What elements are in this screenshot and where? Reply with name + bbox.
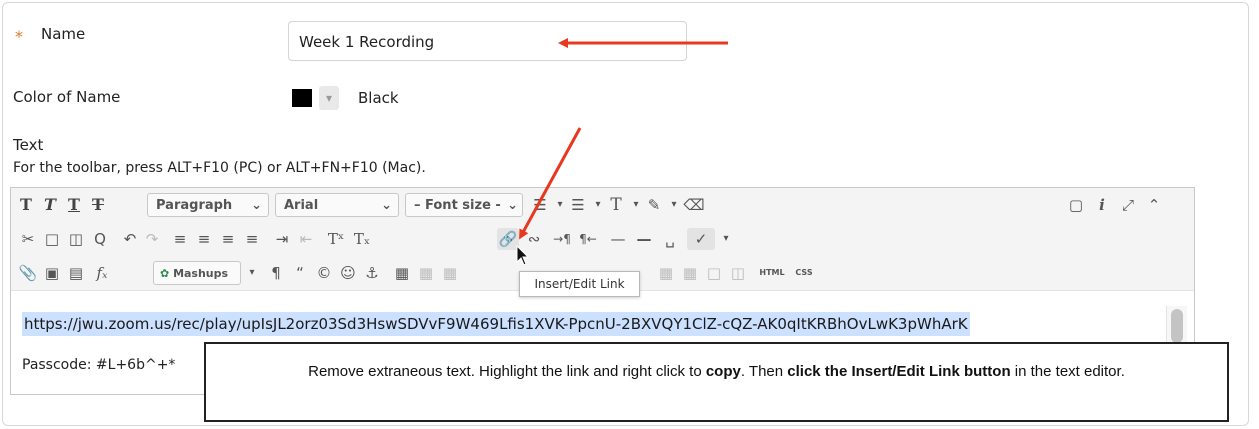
annotation-arrows bbox=[519, 38, 728, 240]
arrow-to-link-button bbox=[519, 127, 582, 240]
